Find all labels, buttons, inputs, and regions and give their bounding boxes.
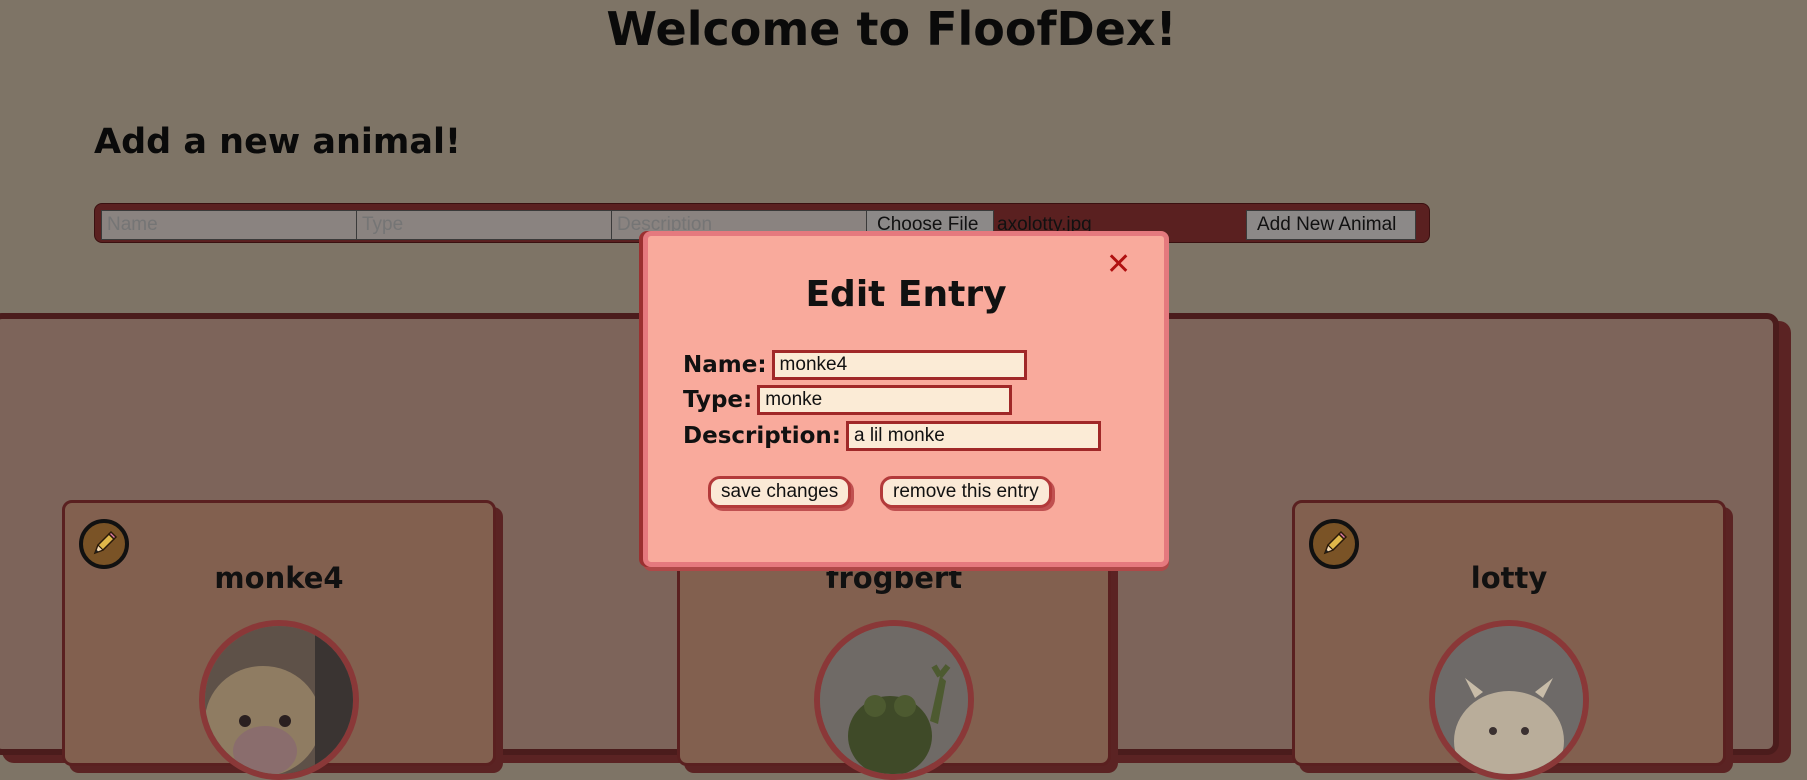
- add-animal-heading: Add a new animal!: [94, 122, 461, 162]
- type-row: Type:: [683, 383, 1013, 417]
- animal-photo: [1429, 620, 1589, 780]
- modal-title: Edit Entry: [805, 274, 1007, 315]
- edit-type-field[interactable]: [757, 385, 1013, 415]
- type-input[interactable]: [356, 210, 612, 240]
- animal-photo: [814, 620, 974, 780]
- edit-name-field[interactable]: [771, 350, 1027, 380]
- animal-name: lotty: [1470, 561, 1548, 595]
- name-row: Name:: [683, 348, 1027, 382]
- remove-entry-button[interactable]: remove this entry: [880, 476, 1052, 508]
- animal-card: monke4: [62, 500, 496, 780]
- description-row: Description:: [683, 419, 1101, 453]
- add-new-animal-button[interactable]: Add New Animal: [1246, 210, 1416, 240]
- description-label: Description:: [683, 423, 841, 449]
- name-label: Name:: [683, 352, 767, 378]
- edit-entry-modal: ✕ Edit Entry Name: Type: Description: sa…: [643, 231, 1169, 567]
- animal-name: monke4: [214, 561, 344, 595]
- save-changes-button[interactable]: save changes: [708, 476, 852, 508]
- edit-description-field[interactable]: [845, 421, 1101, 451]
- animal-card: lotty: [1292, 500, 1726, 780]
- animal-photo: [199, 620, 359, 780]
- type-label: Type:: [683, 387, 753, 413]
- page-title: Welcome to FloofDex!: [606, 2, 1177, 56]
- name-input[interactable]: [101, 210, 357, 240]
